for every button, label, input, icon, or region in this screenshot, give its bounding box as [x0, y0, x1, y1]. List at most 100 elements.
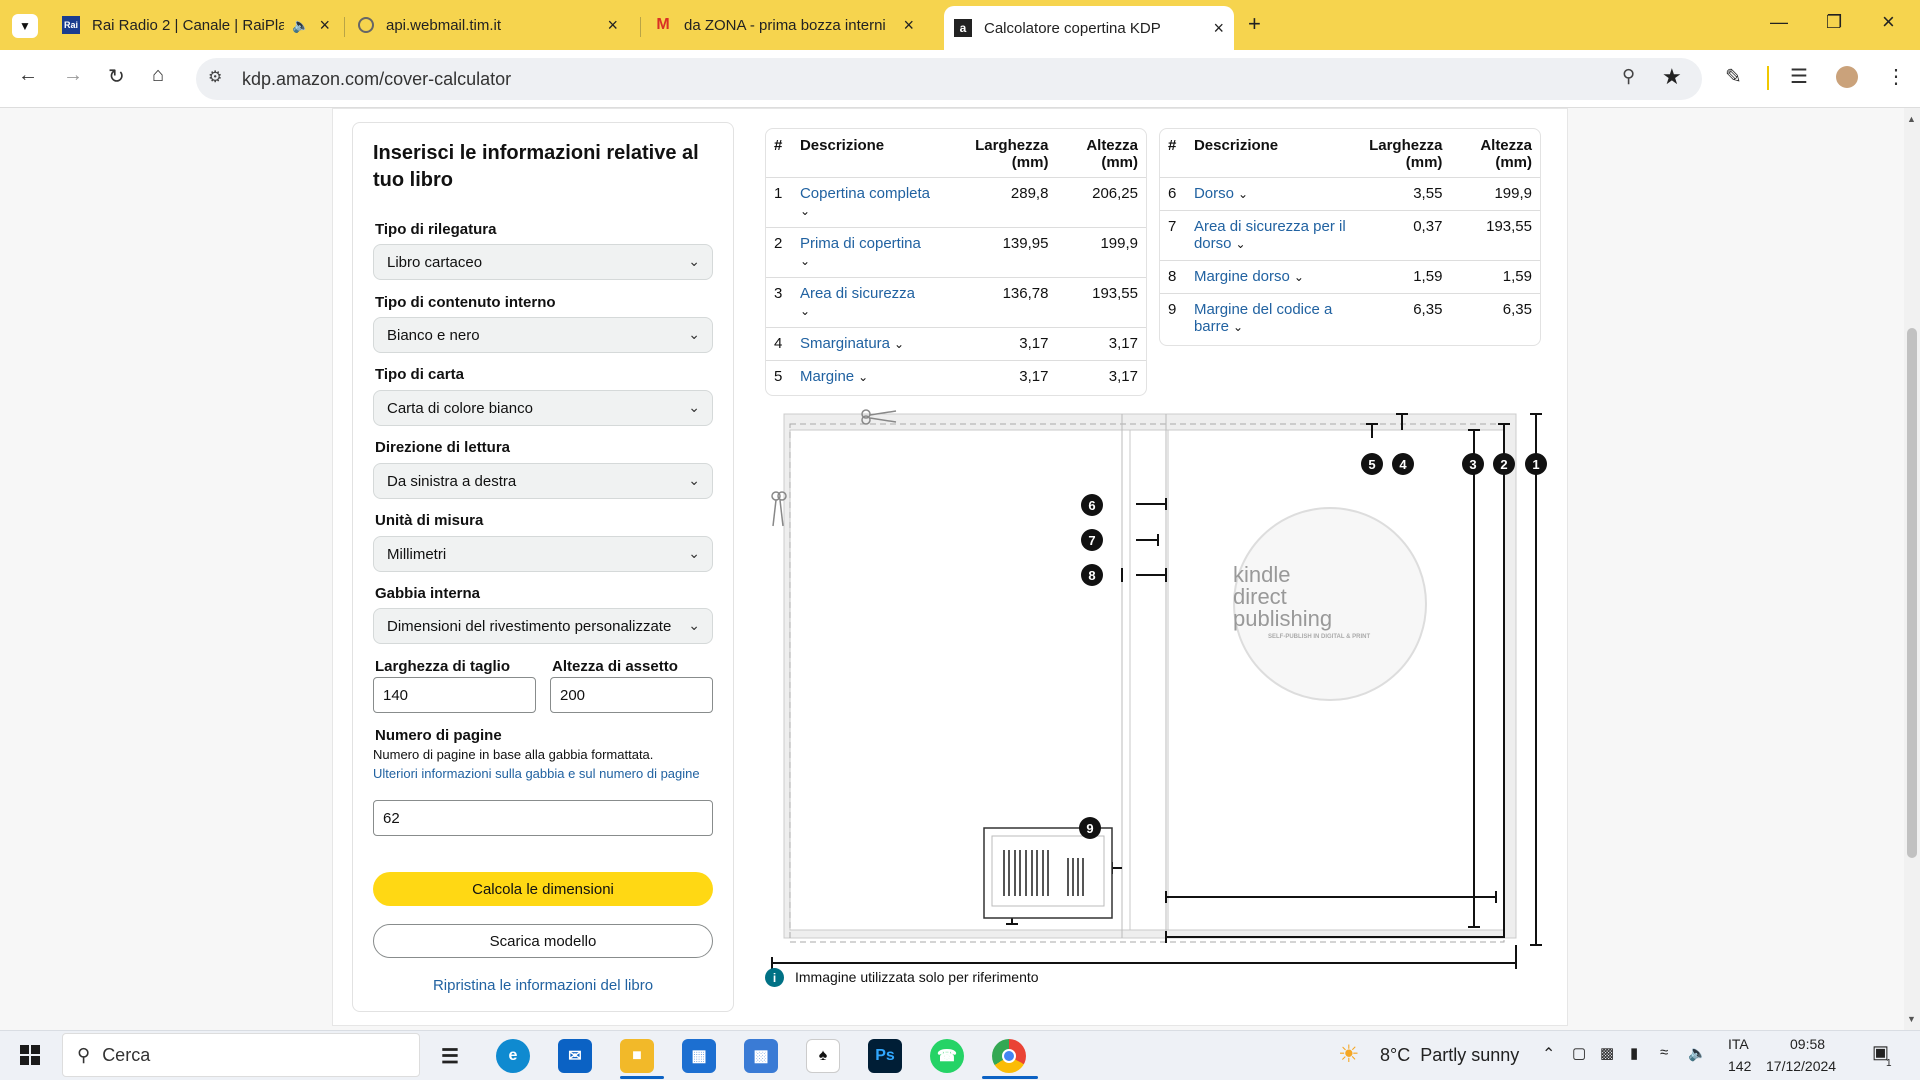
zoom-icon[interactable]: ⚲: [1622, 66, 1635, 87]
table-row: 8 Margine dorso ⌄ 1,59 1,59: [1160, 260, 1540, 294]
tab-kdp-calculator[interactable]: a Calcolatore copertina KDP ×: [944, 6, 1234, 50]
control-panel-icon[interactable]: ▩: [744, 1039, 778, 1073]
clock-time[interactable]: 09:58: [1790, 1036, 1825, 1052]
minimize-button[interactable]: —: [1770, 12, 1788, 33]
display-icon[interactable]: ▩: [1600, 1044, 1614, 1062]
forward-arrow-icon[interactable]: →: [63, 64, 83, 87]
interior-type-select[interactable]: Bianco e nero ⌄: [373, 317, 713, 353]
chevron-down-icon[interactable]: ⌄: [1235, 236, 1245, 253]
trim-size-select[interactable]: Dimensioni del rivestimento personalizza…: [373, 608, 713, 644]
chevron-down-icon[interactable]: ⌄: [800, 203, 810, 220]
media-control-icon[interactable]: ☰: [1790, 64, 1808, 89]
marker-8: 8: [1081, 564, 1103, 586]
scroll-up-arrow[interactable]: ▲: [1907, 114, 1916, 124]
volume-icon[interactable]: 🔈: [1688, 1044, 1707, 1062]
menu-dots-icon[interactable]: ⋮: [1886, 64, 1906, 89]
close-tab-icon[interactable]: ×: [607, 15, 618, 36]
trim-width-input[interactable]: 140: [373, 677, 536, 713]
trim-size-label: Gabbia interna: [375, 585, 481, 602]
page-count-input[interactable]: 62: [373, 800, 713, 836]
close-tab-icon[interactable]: ×: [1213, 18, 1224, 39]
close-tab-icon[interactable]: ×: [319, 15, 330, 36]
whatsapp-icon[interactable]: ☎: [930, 1039, 964, 1073]
scroll-down-arrow[interactable]: ▼: [1907, 1014, 1916, 1024]
unit-select[interactable]: Millimetri ⌄: [373, 536, 713, 572]
extensions-icon[interactable]: ✎: [1725, 64, 1742, 89]
marker-3: 3: [1462, 453, 1484, 475]
battery-icon[interactable]: ▮: [1630, 1044, 1638, 1062]
site-info-icon[interactable]: ⚙: [208, 67, 222, 87]
new-tab-button[interactable]: +: [1248, 11, 1261, 37]
table-header-row: # Descrizione Larghezza (mm) Altezza (mm…: [1160, 129, 1540, 178]
table-row: 5 Margine ⌄ 3,17 3,17: [774, 368, 1138, 386]
reload-icon[interactable]: ↻: [108, 64, 125, 89]
chevron-down-icon[interactable]: ⌄: [858, 369, 868, 386]
wifi-icon[interactable]: ≈: [1660, 1044, 1668, 1061]
language-indicator[interactable]: ITA: [1728, 1036, 1749, 1052]
chrome-icon[interactable]: [992, 1039, 1026, 1073]
table-row: 2 Prima di copertina ⌄ 139,95 199,9: [766, 227, 1146, 278]
close-window-button[interactable]: ×: [1882, 9, 1895, 35]
tab-gmail[interactable]: M da ZONA - prima bozza interni ×: [644, 8, 924, 42]
scrollbar-thumb[interactable]: [1907, 328, 1917, 858]
table-header-row: # Descrizione Larghezza (mm) Altezza (mm…: [766, 129, 1146, 178]
download-template-button[interactable]: Scarica modello: [373, 924, 713, 958]
chevron-down-icon: ⌄: [688, 253, 700, 269]
meet-now-icon[interactable]: ▢: [1572, 1044, 1586, 1062]
chevron-down-icon[interactable]: ⌄: [800, 303, 810, 320]
chevron-down-icon[interactable]: ⌄: [894, 336, 904, 353]
info-icon: i: [765, 968, 784, 987]
paper-type-select[interactable]: Carta di colore bianco ⌄: [373, 390, 713, 426]
kdp-logo-text-publishing: publishing: [1233, 606, 1333, 631]
weather-icon[interactable]: ☀: [1338, 1040, 1360, 1069]
chevron-down-icon: ⌄: [688, 399, 700, 415]
tab-rai-radio[interactable]: Rai Rai Radio 2 | Canale | RaiPlay 🔈 ×: [52, 8, 340, 42]
tab-webmail[interactable]: api.webmail.tim.it ×: [348, 8, 628, 42]
weather-text[interactable]: 8°C Partly sunny: [1380, 1045, 1519, 1066]
trim-height-input[interactable]: 200: [550, 677, 713, 713]
bookmark-star-icon[interactable]: ★: [1662, 64, 1682, 90]
chevron-down-icon[interactable]: ⌄: [1233, 319, 1243, 336]
url-text[interactable]: kdp.amazon.com/cover-calculator: [242, 69, 511, 90]
cover-diagram: [771, 409, 1542, 969]
solitaire-icon[interactable]: ♠: [806, 1039, 840, 1073]
chevron-down-icon: ⌄: [688, 617, 700, 633]
taskbar-search-box[interactable]: ⚲ Cerca: [62, 1033, 420, 1077]
tab-search-button[interactable]: ▼: [12, 14, 38, 38]
binding-type-select[interactable]: Libro cartaceo ⌄: [373, 244, 713, 280]
trim-height-label: Altezza di assetto: [552, 658, 678, 675]
restore-button[interactable]: ❐: [1826, 12, 1842, 33]
photoshop-icon[interactable]: Ps: [868, 1039, 902, 1073]
page-count-info-link[interactable]: Ulteriori informazioni sulla gabbia e su…: [373, 765, 713, 782]
chevron-down-icon[interactable]: ⌄: [800, 253, 810, 270]
gmail-icon: M: [656, 16, 670, 33]
marker-1: 1: [1525, 453, 1547, 475]
windows-start-icon[interactable]: [20, 1045, 40, 1065]
clock-date[interactable]: 17/12/2024: [1766, 1058, 1836, 1074]
reference-note: Immagine utilizzata solo per riferimento: [795, 969, 1039, 985]
speaker-icon[interactable]: 🔈: [292, 17, 309, 34]
store-icon[interactable]: ▦: [682, 1039, 716, 1073]
mail-icon[interactable]: ✉: [558, 1039, 592, 1073]
table-row: 3 Area di sicurezza ⌄ 136,78 193,55: [766, 277, 1146, 328]
table-row: 1 Copertina completa ⌄ 289,8 206,25: [766, 177, 1146, 228]
calculate-button[interactable]: Calcola le dimensioni: [373, 872, 713, 906]
edge-browser-icon[interactable]: e: [496, 1039, 530, 1073]
dimensions-table-right: # Descrizione Larghezza (mm) Altezza (mm…: [1159, 128, 1541, 346]
page-scrollbar[interactable]: ▲ ▼: [1904, 108, 1920, 1030]
task-view-icon[interactable]: ☰: [433, 1039, 467, 1073]
close-tab-icon[interactable]: ×: [903, 15, 914, 36]
back-arrow-icon[interactable]: ←: [18, 64, 38, 87]
show-hidden-icons[interactable]: ⌃: [1542, 1044, 1555, 1064]
profile-avatar[interactable]: [1836, 66, 1858, 88]
file-explorer-icon[interactable]: ■: [620, 1039, 654, 1073]
marker-5: 5: [1361, 453, 1383, 475]
chevron-down-icon[interactable]: ⌄: [1294, 269, 1304, 286]
chevron-down-icon: ⌄: [688, 545, 700, 561]
reading-direction-select[interactable]: Da sinistra a destra ⌄: [373, 463, 713, 499]
home-icon[interactable]: ⌂: [152, 64, 164, 87]
reset-book-info-link[interactable]: Ripristina le informazioni del libro: [373, 977, 713, 994]
chevron-down-icon[interactable]: ⌄: [1238, 186, 1248, 203]
notification-count: 1: [1886, 1058, 1892, 1069]
chevron-down-icon: ⌄: [688, 472, 700, 488]
